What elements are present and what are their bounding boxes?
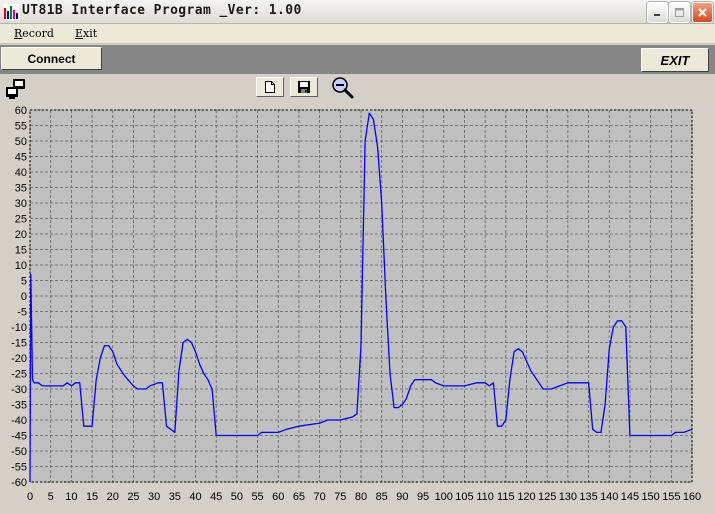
icon-toolbar [0,74,715,102]
x-tick-label: 50 [231,491,243,503]
y-tick-label: 55 [15,121,27,133]
y-tick-label: -20 [11,353,27,365]
y-tick-label: 0 [21,291,27,303]
y-tick-label: -25 [11,369,27,381]
menu-exit-label: xit [83,27,98,40]
x-tick-label: 150 [641,491,659,503]
x-tick-label: 60 [272,491,284,503]
save-file-button[interactable] [290,77,318,97]
new-file-button[interactable] [256,77,284,97]
title-bar: UT81B Interface Program _Ver: 1.00 [0,0,715,24]
y-tick-label: 20 [15,229,27,241]
y-tick-label: 5 [21,276,27,288]
new-document-icon [265,81,275,93]
app-icon [3,4,19,20]
zoom-out-icon[interactable] [331,76,355,100]
x-tick-label: 15 [86,491,98,503]
x-tick-label: 140 [600,491,618,503]
x-tick-label: 5 [48,491,54,503]
menu-exit[interactable]: Exit [75,27,97,40]
x-tick-label: 30 [148,491,160,503]
x-tick-label: 75 [334,491,346,503]
x-tick-label: 35 [169,491,181,503]
window-title: UT81B Interface Program _Ver: 1.00 [22,3,302,18]
menu-record-label: ecord [22,27,54,40]
x-tick-label: 145 [621,491,639,503]
floppy-disk-icon [298,81,310,93]
y-tick-label: 30 [15,198,27,210]
x-tick-label: 160 [683,491,701,503]
menu-exit-accelerator: E [75,27,84,40]
x-tick-label: 20 [107,491,119,503]
close-icon [698,8,707,17]
y-tick-label: 35 [15,183,27,195]
y-tick-label: -40 [11,415,27,427]
y-tick-label: 60 [15,105,27,117]
y-tick-label: -60 [11,477,27,489]
x-tick-label: 90 [396,491,408,503]
x-tick-label: 0 [27,491,33,503]
y-tick-label: 10 [15,260,27,272]
x-tick-label: 115 [497,491,515,503]
menu-record[interactable]: Record [14,27,54,40]
x-tick-label: 110 [476,491,494,503]
y-tick-label: -5 [17,307,27,319]
x-tick-label: 45 [210,491,222,503]
x-tick-label: 40 [189,491,201,503]
exit-button[interactable]: EXIT [641,48,709,72]
x-tick-label: 125 [538,491,556,503]
x-tick-label: 80 [355,491,367,503]
waveform-chart: 605550454035302520151050-5-10-15-20-25-3… [11,105,701,503]
y-tick-label: 40 [15,167,27,179]
x-tick-label: 70 [314,491,326,503]
x-tick-label: 85 [376,491,388,503]
x-tick-label: 130 [559,491,577,503]
y-axis: 605550454035302520151050-5-10-15-20-25-3… [11,105,27,489]
y-tick-label: -10 [11,322,27,334]
y-tick-label: -50 [11,446,27,458]
x-tick-label: 10 [65,491,77,503]
menu-bar: Record Exit [0,24,715,44]
x-tick-label: 155 [662,491,680,503]
x-tick-label: 120 [517,491,535,503]
y-tick-label: 50 [15,136,27,148]
y-tick-label: -35 [11,400,27,412]
connect-button[interactable]: Connect [1,47,102,70]
y-tick-label: -30 [11,384,27,396]
y-tick-label: 45 [15,152,27,164]
y-tick-label: -15 [11,338,27,350]
y-tick-label: 25 [15,214,27,226]
x-tick-label: 55 [251,491,263,503]
x-tick-label: 100 [435,491,453,503]
y-tick-label: 15 [15,245,27,257]
minimize-button[interactable] [647,2,668,23]
x-tick-label: 105 [455,491,473,503]
minimize-icon [654,14,660,16]
maximize-button[interactable] [669,2,690,23]
x-axis: 0 5 10 15 20 25 30 35 40 45 50 55 60 65 70 75 80 85 90 95 10… [27,491,701,503]
y-tick-label: -45 [11,431,27,443]
x-tick-label: 135 [579,491,597,503]
y-tick-label: -55 [11,462,27,474]
maximize-icon [675,8,684,17]
command-strip [0,45,715,74]
close-button[interactable] [692,2,713,23]
x-tick-label: 65 [293,491,305,503]
x-tick-label: 25 [127,491,139,503]
x-tick-label: 95 [417,491,429,503]
monitor-icon[interactable] [5,78,27,100]
